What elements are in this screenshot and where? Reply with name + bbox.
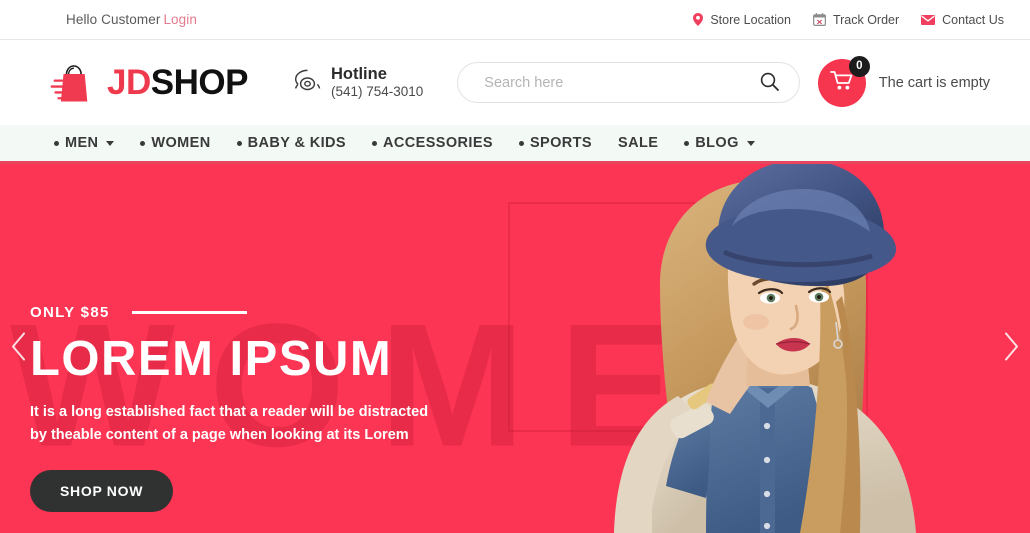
greeting: Hello Customer Login: [66, 12, 197, 27]
nav-item-women[interactable]: WOMEN: [140, 135, 210, 151]
bullet-icon: [518, 140, 524, 146]
carousel-next-button[interactable]: [1003, 331, 1020, 366]
envelope-icon: [921, 14, 936, 25]
bullet-icon: [372, 140, 378, 146]
hotline-block[interactable]: Hotline (541) 754-3010: [294, 64, 423, 102]
hero-eyebrow-row: ONLY $85: [30, 304, 450, 321]
nav-label: MEN: [65, 135, 99, 151]
nav-label: BABY & KIDS: [247, 135, 347, 151]
login-link[interactable]: Login: [163, 12, 197, 27]
hotline-title: Hotline: [330, 64, 387, 83]
nav-item-blog[interactable]: BLOG: [684, 135, 755, 151]
bullet-icon: [684, 140, 690, 146]
search-button[interactable]: [760, 72, 780, 94]
site-logo[interactable]: JDSHOP: [50, 61, 248, 105]
bullet-icon: [236, 140, 242, 146]
search-icon: [760, 72, 780, 94]
nav-label: BLOG: [695, 135, 739, 151]
cart-button[interactable]: 0: [817, 55, 870, 107]
calendar-icon: [812, 13, 826, 26]
bullet-icon: [140, 140, 146, 146]
track-order-label: Track Order: [832, 12, 900, 27]
logo-text-shop: SHOP: [150, 63, 249, 102]
search-input[interactable]: [484, 74, 761, 91]
telephone-icon: [294, 68, 321, 97]
top-utility-links: Store Location Track Order Contact Us: [693, 13, 1004, 27]
hero-model-photo: [510, 164, 1030, 533]
track-order-link[interactable]: Track Order: [812, 12, 900, 27]
page-root: Hello Customer Login Store Location Trac…: [0, 0, 1030, 533]
nav-item-men[interactable]: MEN: [54, 135, 115, 151]
contact-us-link[interactable]: Contact Us: [921, 13, 1004, 27]
logo-text-jd: JD: [107, 63, 151, 102]
hotline-number: (541) 754-3010: [330, 84, 424, 100]
chevron-down-icon: [106, 140, 115, 146]
main-navigation: MEN WOMEN BABY & KIDS ACCESSORIES SPORTS…: [0, 125, 1030, 164]
nav-label: ACCESSORIES: [383, 135, 493, 151]
hotline-text: Hotline (541) 754-3010: [331, 64, 423, 102]
hero-divider-rule: [131, 311, 247, 314]
nav-item-baby-kids[interactable]: BABY & KIDS: [236, 135, 347, 151]
search-bar[interactable]: [457, 62, 801, 103]
bullet-icon: [54, 140, 59, 146]
nav-label: WOMEN: [151, 135, 211, 151]
chevron-left-icon: [10, 332, 27, 365]
nav-item-accessories[interactable]: ACCESSORIES: [372, 135, 493, 151]
chevron-right-icon: [1003, 332, 1020, 365]
main-header: JDSHOP Hotline (541) 754-3010 Search her…: [0, 40, 1030, 125]
location-pin-icon: [693, 13, 704, 26]
hero-title: LOREM IPSUM: [30, 332, 393, 386]
top-utility-bar: Hello Customer Login Store Location Trac…: [0, 0, 1030, 40]
shopping-bag-icon: [50, 61, 98, 105]
carousel-prev-button[interactable]: [10, 331, 27, 366]
shopping-cart-icon: [829, 70, 854, 96]
cart-count-badge: 0: [848, 55, 870, 77]
hero-description: It is a long established fact that a rea…: [30, 404, 429, 444]
chevron-down-icon: [746, 140, 755, 146]
cart-area[interactable]: 0 The cart is empty: [817, 55, 1010, 107]
nav-item-sale[interactable]: SALE: [618, 135, 658, 151]
cart-status-text: The cart is empty: [878, 74, 990, 91]
greeting-text: Hello Customer: [66, 12, 161, 27]
shop-now-button[interactable]: SHOP NOW: [30, 469, 174, 512]
logo-text: JDSHOP: [107, 65, 248, 100]
hero-price-eyebrow: ONLY $85: [30, 304, 110, 321]
nav-item-sports[interactable]: SPORTS: [518, 135, 592, 151]
nav-label: SPORTS: [529, 135, 592, 151]
store-location-label: Store Location: [710, 12, 791, 27]
hero-content: ONLY $85 LOREM IPSUM It is a long establ…: [30, 304, 450, 512]
nav-label: SALE: [618, 135, 659, 151]
store-location-link[interactable]: Store Location: [693, 13, 791, 27]
hero-carousel: WOMEN ONLY $85 LOREM IPSUM It is a long …: [0, 164, 1030, 533]
contact-us-label: Contact Us: [942, 12, 1004, 27]
